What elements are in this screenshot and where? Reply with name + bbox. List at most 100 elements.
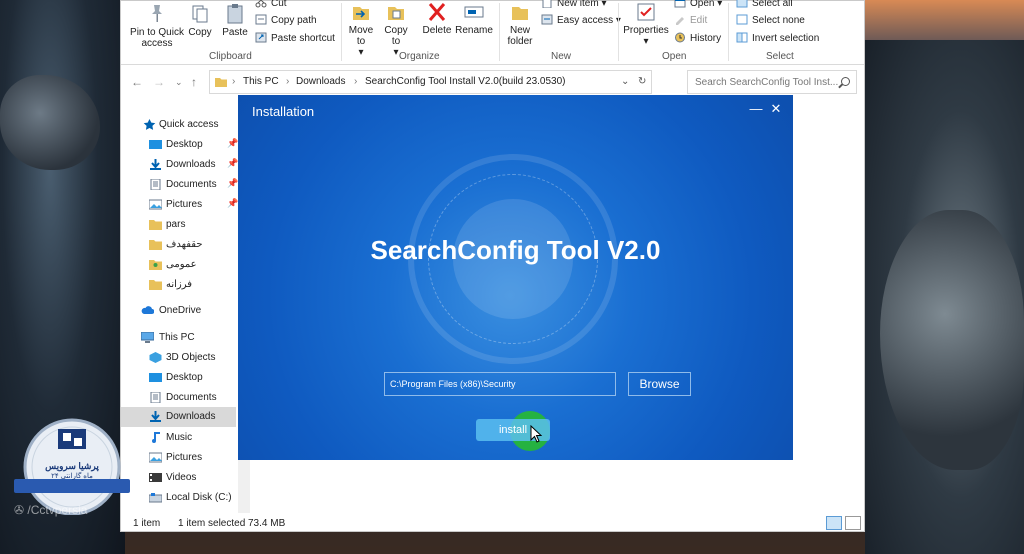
- new-item-button[interactable]: New item ▾: [541, 0, 607, 9]
- pin-to-quick-access-button[interactable]: Pin to Quick access: [125, 3, 189, 49]
- nav-pictures[interactable]: Pictures 📌: [121, 196, 239, 214]
- nav-quick-access[interactable]: Quick access: [121, 116, 236, 134]
- folder-icon: [149, 280, 162, 290]
- copy-to-button[interactable]: Copy to ▾: [382, 1, 410, 58]
- copy-button[interactable]: Copy: [185, 3, 215, 38]
- copy-to-chevron: ▾: [393, 47, 399, 58]
- select-none-button[interactable]: Select none: [736, 14, 805, 26]
- properties-button[interactable]: Properties ▾: [622, 1, 670, 47]
- invert-selection-button[interactable]: Invert selection: [736, 32, 819, 44]
- easy-access-icon: [541, 14, 553, 25]
- browse-button[interactable]: Browse: [628, 372, 691, 396]
- folder-icon: [149, 240, 162, 250]
- pictures-icon: [149, 452, 162, 463]
- pinned-icon: 📌: [227, 198, 239, 208]
- forward-arrow-icon[interactable]: →: [153, 75, 165, 89]
- edit-icon: [676, 17, 684, 25]
- cloud-icon: [141, 306, 154, 314]
- music-icon: [152, 432, 160, 443]
- download-icon: [150, 159, 161, 170]
- video-icon: [149, 473, 162, 482]
- nav-folder-persian-1[interactable]: حقفهدف: [121, 236, 236, 254]
- ribbon-separator: [341, 3, 342, 61]
- refresh-icon[interactable]: ↻: [638, 76, 646, 87]
- paste-button[interactable]: Paste: [220, 3, 250, 38]
- select-all-button[interactable]: Select all: [736, 0, 793, 9]
- properties-icon: [637, 3, 655, 21]
- rename-button[interactable]: Rename: [455, 1, 493, 36]
- watermark-handle: ✇ /Cctvpersia: [14, 503, 88, 517]
- move-to-button[interactable]: Move to ▾: [347, 1, 375, 58]
- edit-button[interactable]: Edit: [674, 14, 707, 26]
- breadcrumb-downloads[interactable]: Downloads: [296, 76, 345, 87]
- nav-desktop[interactable]: Desktop 📌: [121, 136, 239, 154]
- drive-icon: [149, 493, 162, 503]
- nav-downloads[interactable]: Downloads 📌: [121, 156, 238, 174]
- new-item-chevron: ▾: [601, 0, 607, 9]
- download-icon: [150, 411, 161, 422]
- nav-videos[interactable]: Videos: [121, 469, 236, 487]
- cut-button[interactable]: Cut: [255, 0, 287, 9]
- delete-icon: [428, 3, 446, 21]
- search-box[interactable]: Search SearchConfig Tool Inst...: [687, 70, 857, 94]
- cube-icon: [149, 352, 162, 363]
- nav-pc-downloads[interactable]: Downloads: [121, 407, 236, 427]
- nav-pc-desktop[interactable]: Desktop: [121, 369, 236, 387]
- installer-title: Installation: [252, 104, 315, 119]
- nav-local-disk[interactable]: Local Disk (C:): [121, 489, 236, 507]
- minimize-button[interactable]: —: [748, 101, 764, 117]
- breadcrumb-this-pc[interactable]: This PC: [243, 76, 279, 87]
- nav-folder-pars[interactable]: pars: [121, 216, 236, 234]
- delete-button[interactable]: Delete: [421, 1, 453, 36]
- scissors-icon: [255, 0, 267, 8]
- search-placeholder: Search SearchConfig Tool Inst...: [695, 77, 839, 88]
- nav-pc-pictures[interactable]: Pictures: [121, 449, 236, 467]
- nav-folder-persian-3[interactable]: فرزانه: [121, 276, 236, 294]
- item-count: 1 item: [133, 518, 161, 529]
- up-arrow-icon[interactable]: ↑: [191, 75, 197, 89]
- installer-window: Installation — ✕ SearchConfig Tool V2.0 …: [238, 95, 793, 460]
- open-icon: [674, 0, 686, 8]
- install-path-input[interactable]: C:\Program Files (x86)\Security: [384, 372, 616, 396]
- desktop-icon: [149, 140, 162, 149]
- large-icons-view-button[interactable]: [845, 516, 861, 530]
- open-button[interactable]: Open ▾: [674, 0, 722, 9]
- folder-icon: [149, 220, 162, 230]
- easy-access-button[interactable]: Easy access ▾: [541, 14, 621, 26]
- move-to-chevron: ▾: [358, 47, 364, 58]
- move-to-icon: [353, 7, 369, 20]
- star-icon: [143, 119, 156, 130]
- nav-pc-documents[interactable]: Documents: [121, 389, 236, 407]
- nav-folder-persian-2[interactable]: عمومی: [121, 256, 236, 274]
- mouse-cursor-icon: [530, 425, 542, 443]
- details-view-button[interactable]: [826, 516, 842, 530]
- paste-shortcut-button[interactable]: Paste shortcut: [255, 32, 335, 44]
- address-bar[interactable]: › This PC › Downloads › SearchConfig Too…: [209, 70, 652, 94]
- document-icon: [150, 179, 161, 190]
- breadcrumb-separator: ›: [232, 76, 236, 87]
- nav-this-pc[interactable]: This PC: [121, 329, 236, 347]
- search-icon: [841, 77, 850, 86]
- group-label-new: New: [551, 51, 572, 62]
- breadcrumb-current-folder[interactable]: SearchConfig Tool Install V2.0(build 23.…: [365, 76, 566, 87]
- close-button[interactable]: ✕: [768, 101, 784, 117]
- selection-size: 73.4 MB: [248, 518, 286, 529]
- new-folder-button[interactable]: New folder: [505, 1, 535, 47]
- new-item-icon: [542, 0, 552, 8]
- ribbon-separator: [499, 3, 500, 61]
- status-bar: 1 item 1 item selected 73.4 MB: [121, 513, 864, 533]
- address-history-chevron-icon[interactable]: ⌄: [621, 76, 629, 87]
- copy-path-button[interactable]: Copy path: [255, 14, 317, 26]
- history-button[interactable]: History: [674, 32, 721, 44]
- pinned-icon: 📌: [227, 138, 239, 148]
- nav-documents[interactable]: Documents 📌: [121, 176, 238, 194]
- back-arrow-icon[interactable]: ←: [131, 75, 143, 89]
- open-chevron: ▾: [717, 0, 723, 9]
- nav-music[interactable]: Music: [121, 429, 236, 447]
- nav-onedrive[interactable]: OneDrive: [121, 302, 236, 320]
- wallpaper-rock-right: [880, 210, 1024, 470]
- nav-3d-objects[interactable]: 3D Objects: [121, 349, 236, 367]
- recent-locations-chevron-icon[interactable]: ⌄: [175, 77, 183, 88]
- breadcrumb-separator: ›: [286, 76, 290, 87]
- desktop-icon: [149, 373, 162, 382]
